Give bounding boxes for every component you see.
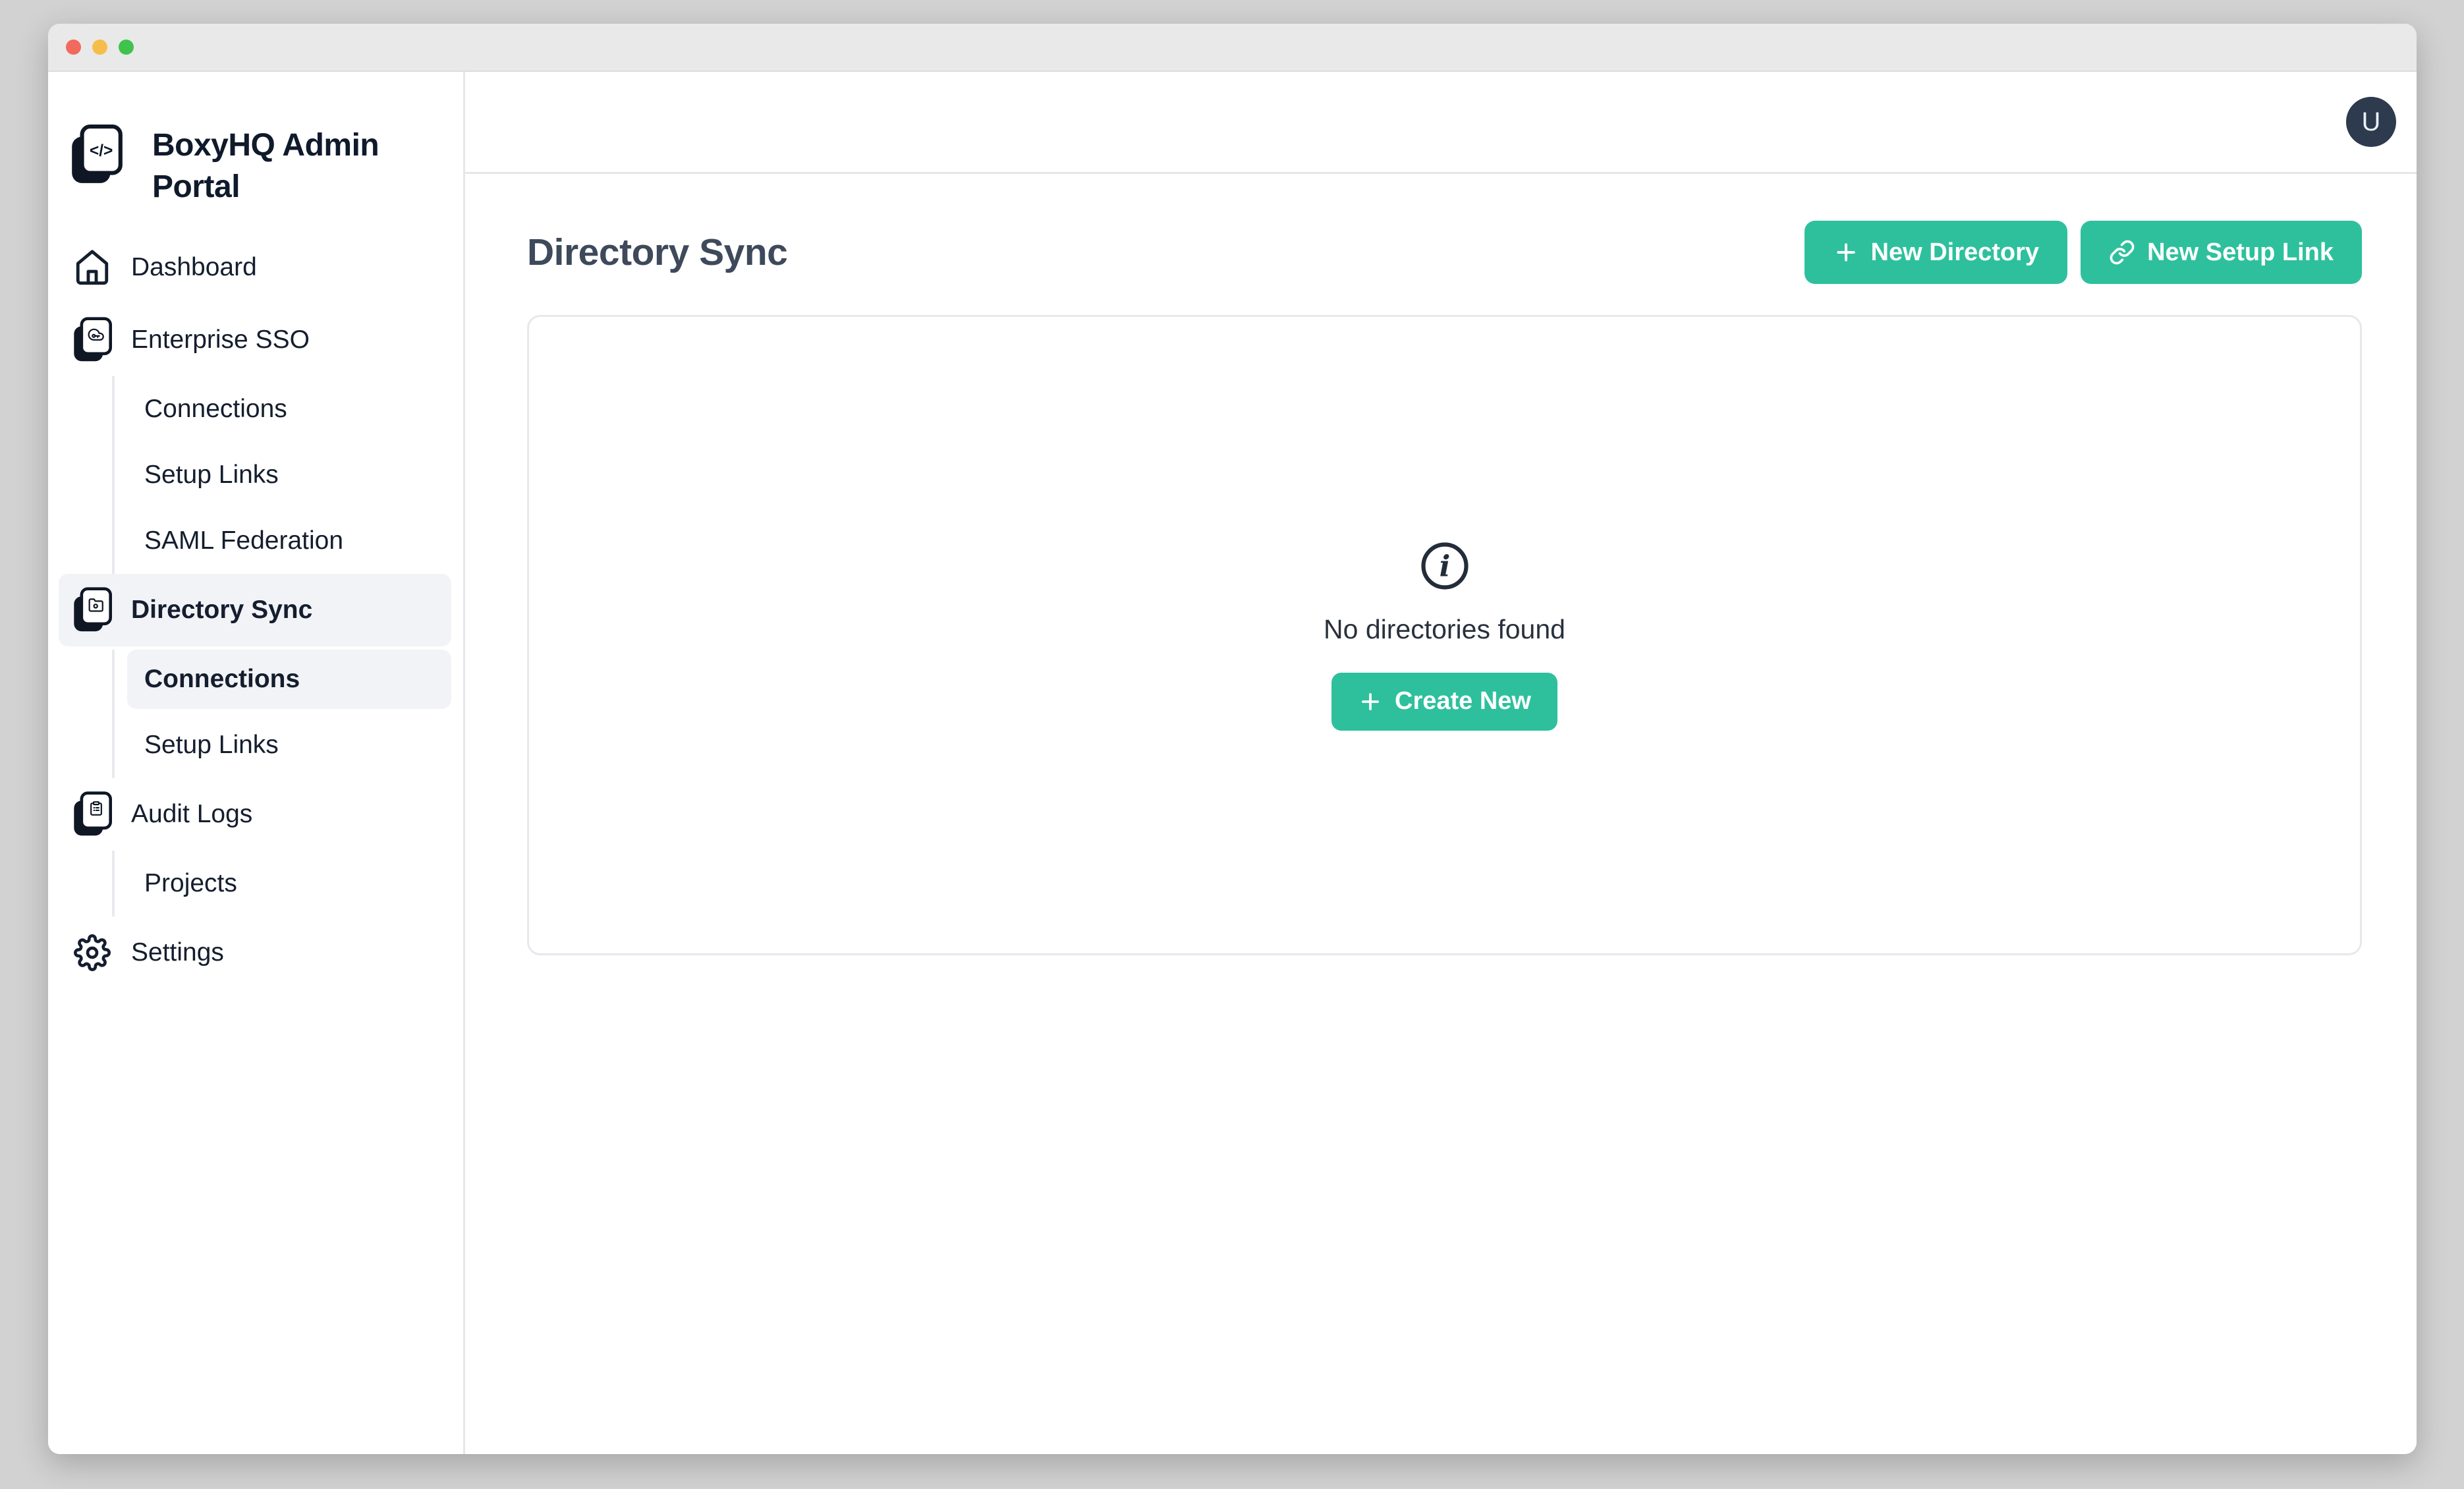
sidebar-nav: Dashboard bbox=[48, 231, 463, 989]
sidebar-subgroup-directory-sync: Connections Setup Links bbox=[112, 650, 463, 778]
page-content: Directory Sync New Directory bbox=[465, 174, 2417, 1454]
main-area: U Directory Sync New Directory bbox=[465, 72, 2417, 1454]
sidebar-item-label: Directory Sync bbox=[131, 596, 312, 625]
directory-folder-icon bbox=[72, 587, 113, 633]
sidebar-item-dashboard[interactable]: Dashboard bbox=[48, 231, 463, 304]
sidebar-item-directory-sync[interactable]: Directory Sync bbox=[59, 574, 451, 646]
sidebar-item-label: Dashboard bbox=[131, 253, 257, 282]
page-title: Directory Sync bbox=[527, 231, 787, 274]
page-header-row: Directory Sync New Directory bbox=[527, 221, 2362, 284]
user-avatar[interactable]: U bbox=[2346, 97, 2396, 147]
sidebar-item-label: Enterprise SSO bbox=[131, 325, 310, 354]
sidebar-item-label: Settings bbox=[131, 938, 224, 967]
sidebar-item-dsync-connections[interactable]: Connections bbox=[127, 650, 451, 709]
sidebar-item-sso-connections[interactable]: Connections bbox=[115, 376, 463, 442]
page-actions: New Directory New Setup Link bbox=[1805, 221, 2362, 284]
empty-state-message: No directories found bbox=[1324, 614, 1565, 645]
sidebar-item-enterprise-sso[interactable]: Enterprise SSO bbox=[48, 304, 463, 376]
plus-icon bbox=[1358, 689, 1383, 714]
svg-text:i: i bbox=[1439, 549, 1450, 583]
brand: </> BoxyHQ Admin Portal bbox=[48, 125, 463, 208]
sidebar-item-dsync-setup-links[interactable]: Setup Links bbox=[115, 712, 463, 778]
sidebar-item-sso-setup-links[interactable]: Setup Links bbox=[115, 442, 463, 508]
info-icon: i bbox=[1419, 540, 1470, 592]
sidebar-item-settings[interactable]: Settings bbox=[48, 916, 463, 989]
svg-text:</>: </> bbox=[90, 142, 113, 160]
sso-cloud-key-icon bbox=[72, 317, 113, 363]
sidebar-subgroup-audit-logs: Projects bbox=[112, 851, 463, 916]
link-icon bbox=[2109, 239, 2135, 266]
home-icon bbox=[72, 248, 113, 287]
window-titlebar bbox=[48, 24, 2417, 72]
sidebar-item-label: Audit Logs bbox=[131, 800, 252, 829]
minimize-window-icon[interactable] bbox=[92, 40, 107, 55]
audit-clipboard-icon bbox=[72, 791, 113, 837]
close-window-icon[interactable] bbox=[66, 40, 81, 55]
plus-icon bbox=[1833, 239, 1859, 266]
maximize-window-icon[interactable] bbox=[119, 40, 134, 55]
gear-icon bbox=[72, 934, 113, 971]
create-new-button[interactable]: Create New bbox=[1331, 673, 1557, 731]
app-window: </> BoxyHQ Admin Portal Dashboard bbox=[48, 24, 2417, 1454]
brand-title: BoxyHQ Admin Portal bbox=[152, 125, 403, 208]
directories-empty-card: i No directories found Create New bbox=[527, 315, 2362, 955]
sidebar-item-audit-logs[interactable]: Audit Logs bbox=[48, 778, 463, 851]
sidebar: </> BoxyHQ Admin Portal Dashboard bbox=[48, 72, 465, 1454]
sidebar-item-projects[interactable]: Projects bbox=[115, 851, 463, 916]
sidebar-subgroup-enterprise-sso: Connections Setup Links SAML Federation bbox=[112, 376, 463, 574]
new-setup-link-button[interactable]: New Setup Link bbox=[2081, 221, 2362, 284]
new-directory-button[interactable]: New Directory bbox=[1805, 221, 2068, 284]
top-header: U bbox=[465, 72, 2417, 174]
boxyhq-logo-icon: </> bbox=[70, 125, 123, 185]
sidebar-item-saml-federation[interactable]: SAML Federation bbox=[115, 508, 463, 574]
